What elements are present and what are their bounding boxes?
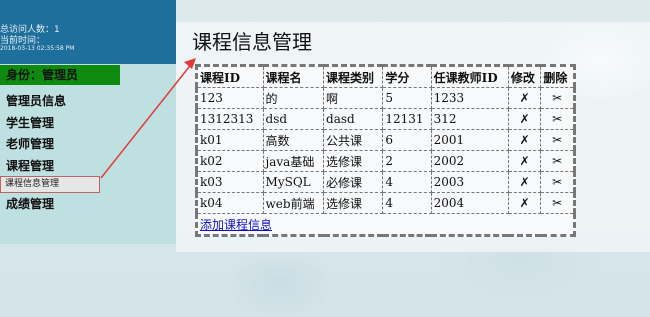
cell-teacher-id: 2001 (430, 129, 509, 151)
cell-course-id: 123 (196, 87, 264, 109)
cell-course-id: k02 (196, 150, 264, 172)
cell-credit: 6 (382, 129, 432, 151)
table-row: k04 web前端 选修课 4 2004 ✗ ✂ (196, 192, 575, 214)
edit-icon[interactable]: ✗ (507, 171, 542, 193)
col-teacher-id: 任课教师ID (430, 65, 509, 88)
cell-credit: 4 (382, 192, 432, 214)
cell-teacher-id: 312 (430, 108, 509, 130)
cell-course-name: java基础 (262, 150, 325, 172)
cell-course-type: 选修课 (323, 192, 384, 214)
col-course-name: 课程名 (262, 65, 325, 88)
scissors-delete-icon[interactable]: ✂ (540, 150, 575, 172)
edit-icon[interactable]: ✗ (507, 87, 542, 109)
table-row: k03 MySQL 必修课 4 2003 ✗ ✂ (196, 171, 575, 193)
add-course-link[interactable]: 添加课程信息 (200, 218, 272, 232)
edit-icon[interactable]: ✗ (507, 150, 542, 172)
edit-icon[interactable]: ✗ (507, 129, 542, 151)
cell-teacher-id: 2002 (430, 150, 509, 172)
col-edit: 修改 (507, 65, 542, 88)
table-row: 123 的 啊 5 1233 ✗ ✂ (196, 87, 575, 109)
col-course-type: 课程类别 (323, 65, 384, 88)
cell-teacher-id: 2003 (430, 171, 509, 193)
cell-course-id: 1312313 (196, 108, 264, 130)
col-course-id: 课程ID (196, 65, 264, 88)
cell-course-type: dasd (323, 108, 384, 130)
table-row: 1312313 dsd dasd 12131 312 ✗ ✂ (196, 108, 575, 130)
scissors-delete-icon[interactable]: ✂ (540, 87, 575, 109)
course-table: 课程ID 课程名 课程类别 学分 任课教师ID 修改 删除 123 的 啊 5 … (195, 64, 576, 237)
col-delete: 删除 (540, 65, 575, 88)
cell-course-name: 高数 (262, 129, 325, 151)
cell-course-id: k04 (196, 192, 264, 214)
cell-teacher-id: 1233 (430, 87, 509, 109)
cell-course-type: 啊 (323, 87, 384, 109)
cell-course-type: 必修课 (323, 171, 384, 193)
edit-icon[interactable]: ✗ (507, 192, 542, 214)
scissors-delete-icon[interactable]: ✂ (540, 171, 575, 193)
table-row: k02 java基础 选修课 2 2002 ✗ ✂ (196, 150, 575, 172)
cell-credit: 12131 (382, 108, 432, 130)
cell-course-type: 选修课 (323, 150, 384, 172)
add-row: 添加课程信息 (196, 213, 575, 236)
scissors-delete-icon[interactable]: ✂ (540, 108, 575, 130)
cell-course-name: web前端 (262, 192, 325, 214)
cell-course-name: 的 (262, 87, 325, 109)
table-row: k01 高数 公共课 6 2001 ✗ ✂ (196, 129, 575, 151)
cell-course-type: 公共课 (323, 129, 384, 151)
cell-credit: 5 (382, 87, 432, 109)
cell-course-name: dsd (262, 108, 325, 130)
edit-icon[interactable]: ✗ (507, 108, 542, 130)
table-header-row: 课程ID 课程名 课程类别 学分 任课教师ID 修改 删除 (196, 65, 575, 88)
col-credit: 学分 (382, 65, 432, 88)
cell-teacher-id: 2004 (430, 192, 509, 214)
cell-course-name: MySQL (262, 171, 325, 193)
cell-credit: 4 (382, 171, 432, 193)
scissors-delete-icon[interactable]: ✂ (540, 129, 575, 151)
add-cell: 添加课程信息 (196, 213, 575, 236)
cell-course-id: k01 (196, 129, 264, 151)
scissors-delete-icon[interactable]: ✂ (540, 192, 575, 214)
cell-credit: 2 (382, 150, 432, 172)
cell-course-id: k03 (196, 171, 264, 193)
